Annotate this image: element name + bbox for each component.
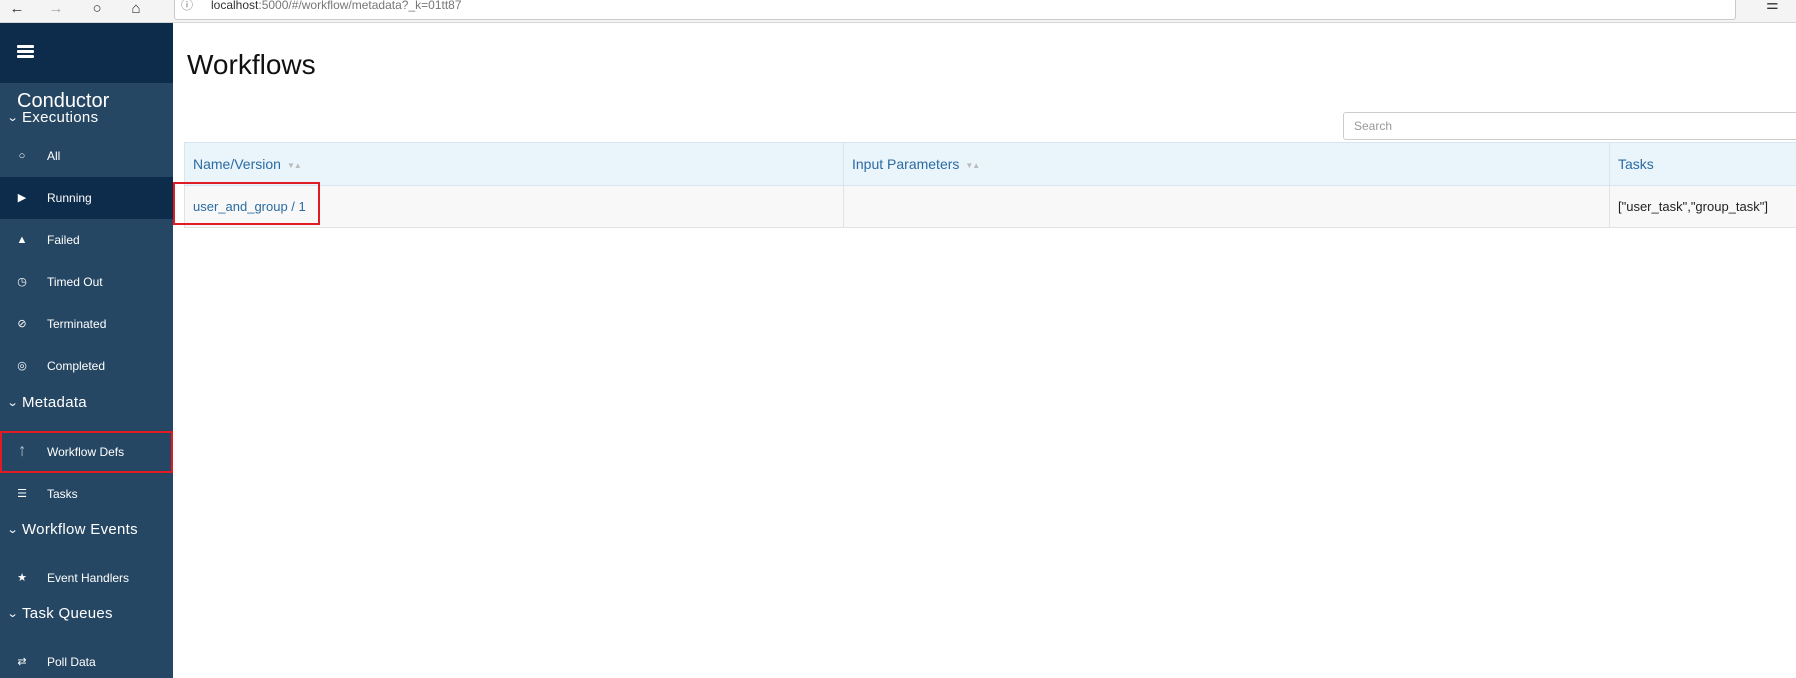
favorites-list-icon[interactable]: ☰ bbox=[1766, 0, 1779, 13]
bullseye-icon: ◎ bbox=[17, 360, 27, 372]
sidebar-header bbox=[0, 23, 173, 83]
table-row: user_and_group / 1 ["user_task","group_t… bbox=[173, 182, 1796, 228]
clock-icon: ◷ bbox=[17, 276, 27, 288]
back-arrow-icon[interactable]: ← bbox=[6, 0, 28, 16]
sidebar-item-tasks[interactable]: ☰ Tasks bbox=[0, 473, 173, 515]
star-icon: ★ bbox=[17, 572, 27, 584]
column-header-input-parameters[interactable]: Input Parameters ▼▲ bbox=[843, 142, 1610, 186]
address-bar[interactable]: ⓘ localhost:5000/#/workflow/metadata?_k=… bbox=[174, 0, 1736, 20]
hamburger-menu-icon[interactable] bbox=[17, 45, 34, 59]
chevron-down-icon: ⌄ bbox=[6, 608, 19, 620]
section-task-queues[interactable]: ⌄ Task Queues bbox=[0, 601, 173, 627]
tasks-icon: ☰ bbox=[17, 488, 27, 500]
cell-tasks: ["user_task","group_task"] bbox=[1609, 185, 1796, 228]
exchange-icon: ⇄ bbox=[17, 656, 27, 668]
sort-icon: ▼▲ bbox=[286, 160, 302, 170]
code-fork-icon: ᛏ bbox=[18, 446, 26, 458]
section-workflow-events[interactable]: ⌄ Workflow Events bbox=[0, 517, 173, 543]
cell-input-parameters bbox=[843, 185, 1610, 228]
chevron-down-icon: ⌄ bbox=[6, 397, 19, 409]
search-input[interactable] bbox=[1343, 112, 1796, 140]
warning-icon: ▲ bbox=[16, 234, 28, 246]
sidebar-item-completed[interactable]: ◎ Completed bbox=[0, 345, 173, 387]
sort-icon: ▼▲ bbox=[965, 160, 980, 170]
url-text: localhost:5000/#/workflow/metadata?_k=01… bbox=[211, 0, 462, 12]
info-icon[interactable]: ⓘ bbox=[181, 0, 193, 15]
column-header-name-version[interactable]: Name/Version ▼▲ bbox=[184, 142, 844, 186]
sidebar-item-all[interactable]: ○ All bbox=[0, 135, 173, 177]
sidebar: Conductor ⌄ Executions ○ All ▶ Running ▲… bbox=[0, 23, 173, 678]
cell-name-version: user_and_group / 1 bbox=[173, 182, 844, 228]
chevron-down-icon: ⌄ bbox=[6, 524, 19, 536]
sidebar-item-workflow-defs[interactable]: ᛏ Workflow Defs bbox=[0, 431, 173, 473]
column-header-tasks[interactable]: Tasks bbox=[1609, 142, 1796, 186]
workflow-link-user-and-group[interactable]: user_and_group / 1 bbox=[193, 199, 306, 214]
sidebar-item-failed[interactable]: ▲ Failed bbox=[0, 219, 173, 261]
main-content: Workflows Name/Version▼▲ Input Parameter… bbox=[173, 23, 1796, 678]
page-title: Workflows bbox=[187, 49, 316, 80]
sidebar-item-timed-out[interactable]: ◷ Timed Out bbox=[0, 261, 173, 303]
chevron-down-icon: ⌄ bbox=[6, 112, 19, 124]
workflows-table: Name/Version ▼▲ Input Parameters ▼▲ Tasks … bbox=[173, 142, 1796, 228]
home-icon[interactable]: ⌂ bbox=[125, 0, 147, 16]
sidebar-item-event-handlers[interactable]: ★ Event Handlers bbox=[0, 557, 173, 599]
reload-icon[interactable]: ○ bbox=[86, 0, 108, 16]
circle-outline-icon: ○ bbox=[18, 150, 26, 162]
browser-toolbar: ← → ○ ⌂ ⓘ localhost:5000/#/workflow/meta… bbox=[0, 0, 1796, 23]
table-header-row: Name/Version ▼▲ Input Parameters ▼▲ Tasks bbox=[184, 142, 1796, 186]
ban-icon: ⊘ bbox=[17, 318, 27, 330]
section-executions[interactable]: ⌄ Executions bbox=[0, 105, 173, 131]
sidebar-item-terminated[interactable]: ⊘ Terminated bbox=[0, 303, 173, 345]
play-circle-icon: ▶ bbox=[17, 192, 27, 204]
sidebar-item-running[interactable]: ▶ Running bbox=[0, 177, 173, 219]
section-metadata[interactable]: ⌄ Metadata bbox=[0, 390, 173, 416]
sidebar-item-poll-data[interactable]: ⇄ Poll Data bbox=[0, 641, 173, 678]
forward-arrow-icon[interactable]: → bbox=[45, 0, 67, 16]
